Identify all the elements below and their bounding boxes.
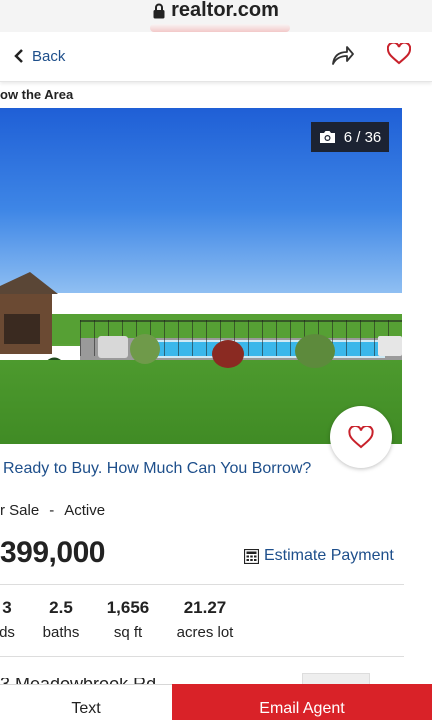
fact-label: baths [42, 624, 80, 641]
text-button[interactable]: Text [0, 684, 172, 720]
share-icon[interactable] [331, 44, 355, 66]
chevron-left-icon [14, 49, 23, 63]
estimate-payment-link[interactable]: Estimate Payment [244, 546, 394, 566]
photo-ladder [378, 336, 402, 356]
fact-baths: 2.5 baths [36, 598, 86, 641]
contact-bar: Text Email Agent [0, 684, 432, 720]
fact-value: 2.5 [49, 598, 73, 617]
heart-icon [348, 425, 374, 448]
back-label: Back [32, 47, 66, 65]
lock-icon [153, 3, 165, 19]
fact-value: 1,656 [106, 598, 150, 617]
listing-price: 399,000 [0, 536, 105, 569]
top-nav-bar: Back [0, 32, 432, 82]
browser-url-bar[interactable]: realtor.com [0, 0, 432, 32]
calculator-icon [244, 548, 259, 564]
status-value: Active [64, 502, 106, 519]
photo-chair [98, 336, 128, 358]
url-display[interactable]: realtor.com [0, 0, 432, 20]
text-button-label: Text [71, 700, 101, 717]
status-prefix: r Sale [0, 502, 40, 519]
divider [0, 656, 404, 657]
back-button[interactable]: Back [14, 46, 65, 66]
fact-sqft: 1,656 sq ft [100, 598, 156, 641]
fact-value: 3 [2, 598, 12, 617]
fact-label: ds [0, 624, 15, 641]
url-bar-highlight [150, 24, 290, 32]
fact-value: 21.27 [183, 598, 227, 617]
url-text: realtor.com [171, 0, 279, 21]
status-separator: - [49, 502, 55, 519]
photo-bush [212, 340, 244, 368]
photo-gazebo [0, 272, 58, 354]
email-agent-label: Email Agent [259, 700, 345, 717]
borrow-link[interactable]: Ready to Buy. How Much Can You Borrow? [3, 460, 311, 478]
heart-icon[interactable] [387, 43, 411, 65]
email-agent-button[interactable]: Email Agent [172, 684, 432, 720]
fact-label: sq ft [113, 624, 143, 641]
estimate-payment-label: Estimate Payment [264, 547, 394, 564]
photo-bush [130, 334, 160, 364]
camera-icon [319, 131, 335, 143]
area-link[interactable]: ow the Area [0, 87, 73, 102]
listing-photo[interactable] [0, 108, 402, 444]
photo-bush [295, 334, 335, 368]
favorite-button[interactable] [330, 406, 392, 468]
listing-status: r Sale - Active [0, 502, 105, 519]
photo-counter-text: 6 / 36 [343, 128, 382, 146]
divider [0, 584, 404, 585]
photo-counter[interactable]: 6 / 36 [311, 122, 389, 152]
fact-label: acres lot [176, 624, 234, 641]
fact-beds: 3 ds [0, 598, 19, 641]
fact-lot: 21.27 acres lot [170, 598, 240, 641]
